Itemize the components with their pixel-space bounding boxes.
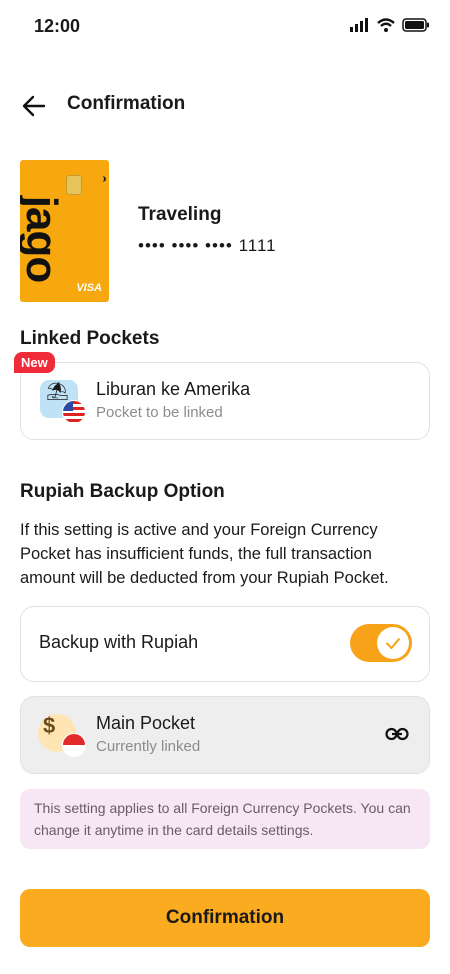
signal-icon [350, 18, 368, 32]
main-pocket-status: Currently linked [96, 738, 201, 755]
status-time: 12:00 [34, 16, 81, 36]
new-badge: New [14, 352, 55, 373]
pocket-name: Liburan ke Amerika [96, 379, 251, 399]
confirmation-button[interactable]: Confirmation [20, 889, 430, 947]
dollar-sign-icon: $ [43, 713, 56, 738]
info-note-text: This setting applies to all Foreign Curr… [34, 800, 411, 838]
card-brand-logo: jago [20, 195, 67, 283]
backup-toggle[interactable] [350, 624, 412, 662]
wifi-icon [377, 18, 395, 32]
visa-logo: VISA [76, 282, 102, 294]
status-icons [350, 18, 430, 32]
card-number: •••• •••• •••• 1111 [138, 236, 277, 255]
check-icon [386, 638, 400, 649]
backup-title: Rupiah Backup Option [20, 481, 225, 502]
back-arrow-icon[interactable] [20, 92, 48, 120]
backup-toggle-label: Backup with Rupiah [39, 632, 199, 652]
link-icon[interactable] [385, 726, 409, 742]
toggle-knob [377, 627, 409, 659]
card-image: jago VISA [20, 160, 109, 302]
linked-pocket-card[interactable] [20, 362, 430, 440]
pocket-status: Pocket to be linked [96, 404, 223, 421]
battery-icon [402, 18, 429, 32]
chip-icon [66, 175, 82, 195]
us-flag-icon [62, 400, 86, 424]
indonesia-flag-icon [62, 733, 86, 757]
beach-umbrella-icon: ⛱ [46, 381, 69, 401]
backup-description: If this setting is active and your Forei… [20, 521, 389, 587]
main-pocket-name: Main Pocket [96, 713, 196, 733]
card-name: Traveling [138, 204, 222, 225]
contactless-icon [98, 176, 106, 182]
linked-pockets-title: Linked Pockets [20, 328, 160, 349]
page-title: Confirmation [67, 93, 186, 114]
